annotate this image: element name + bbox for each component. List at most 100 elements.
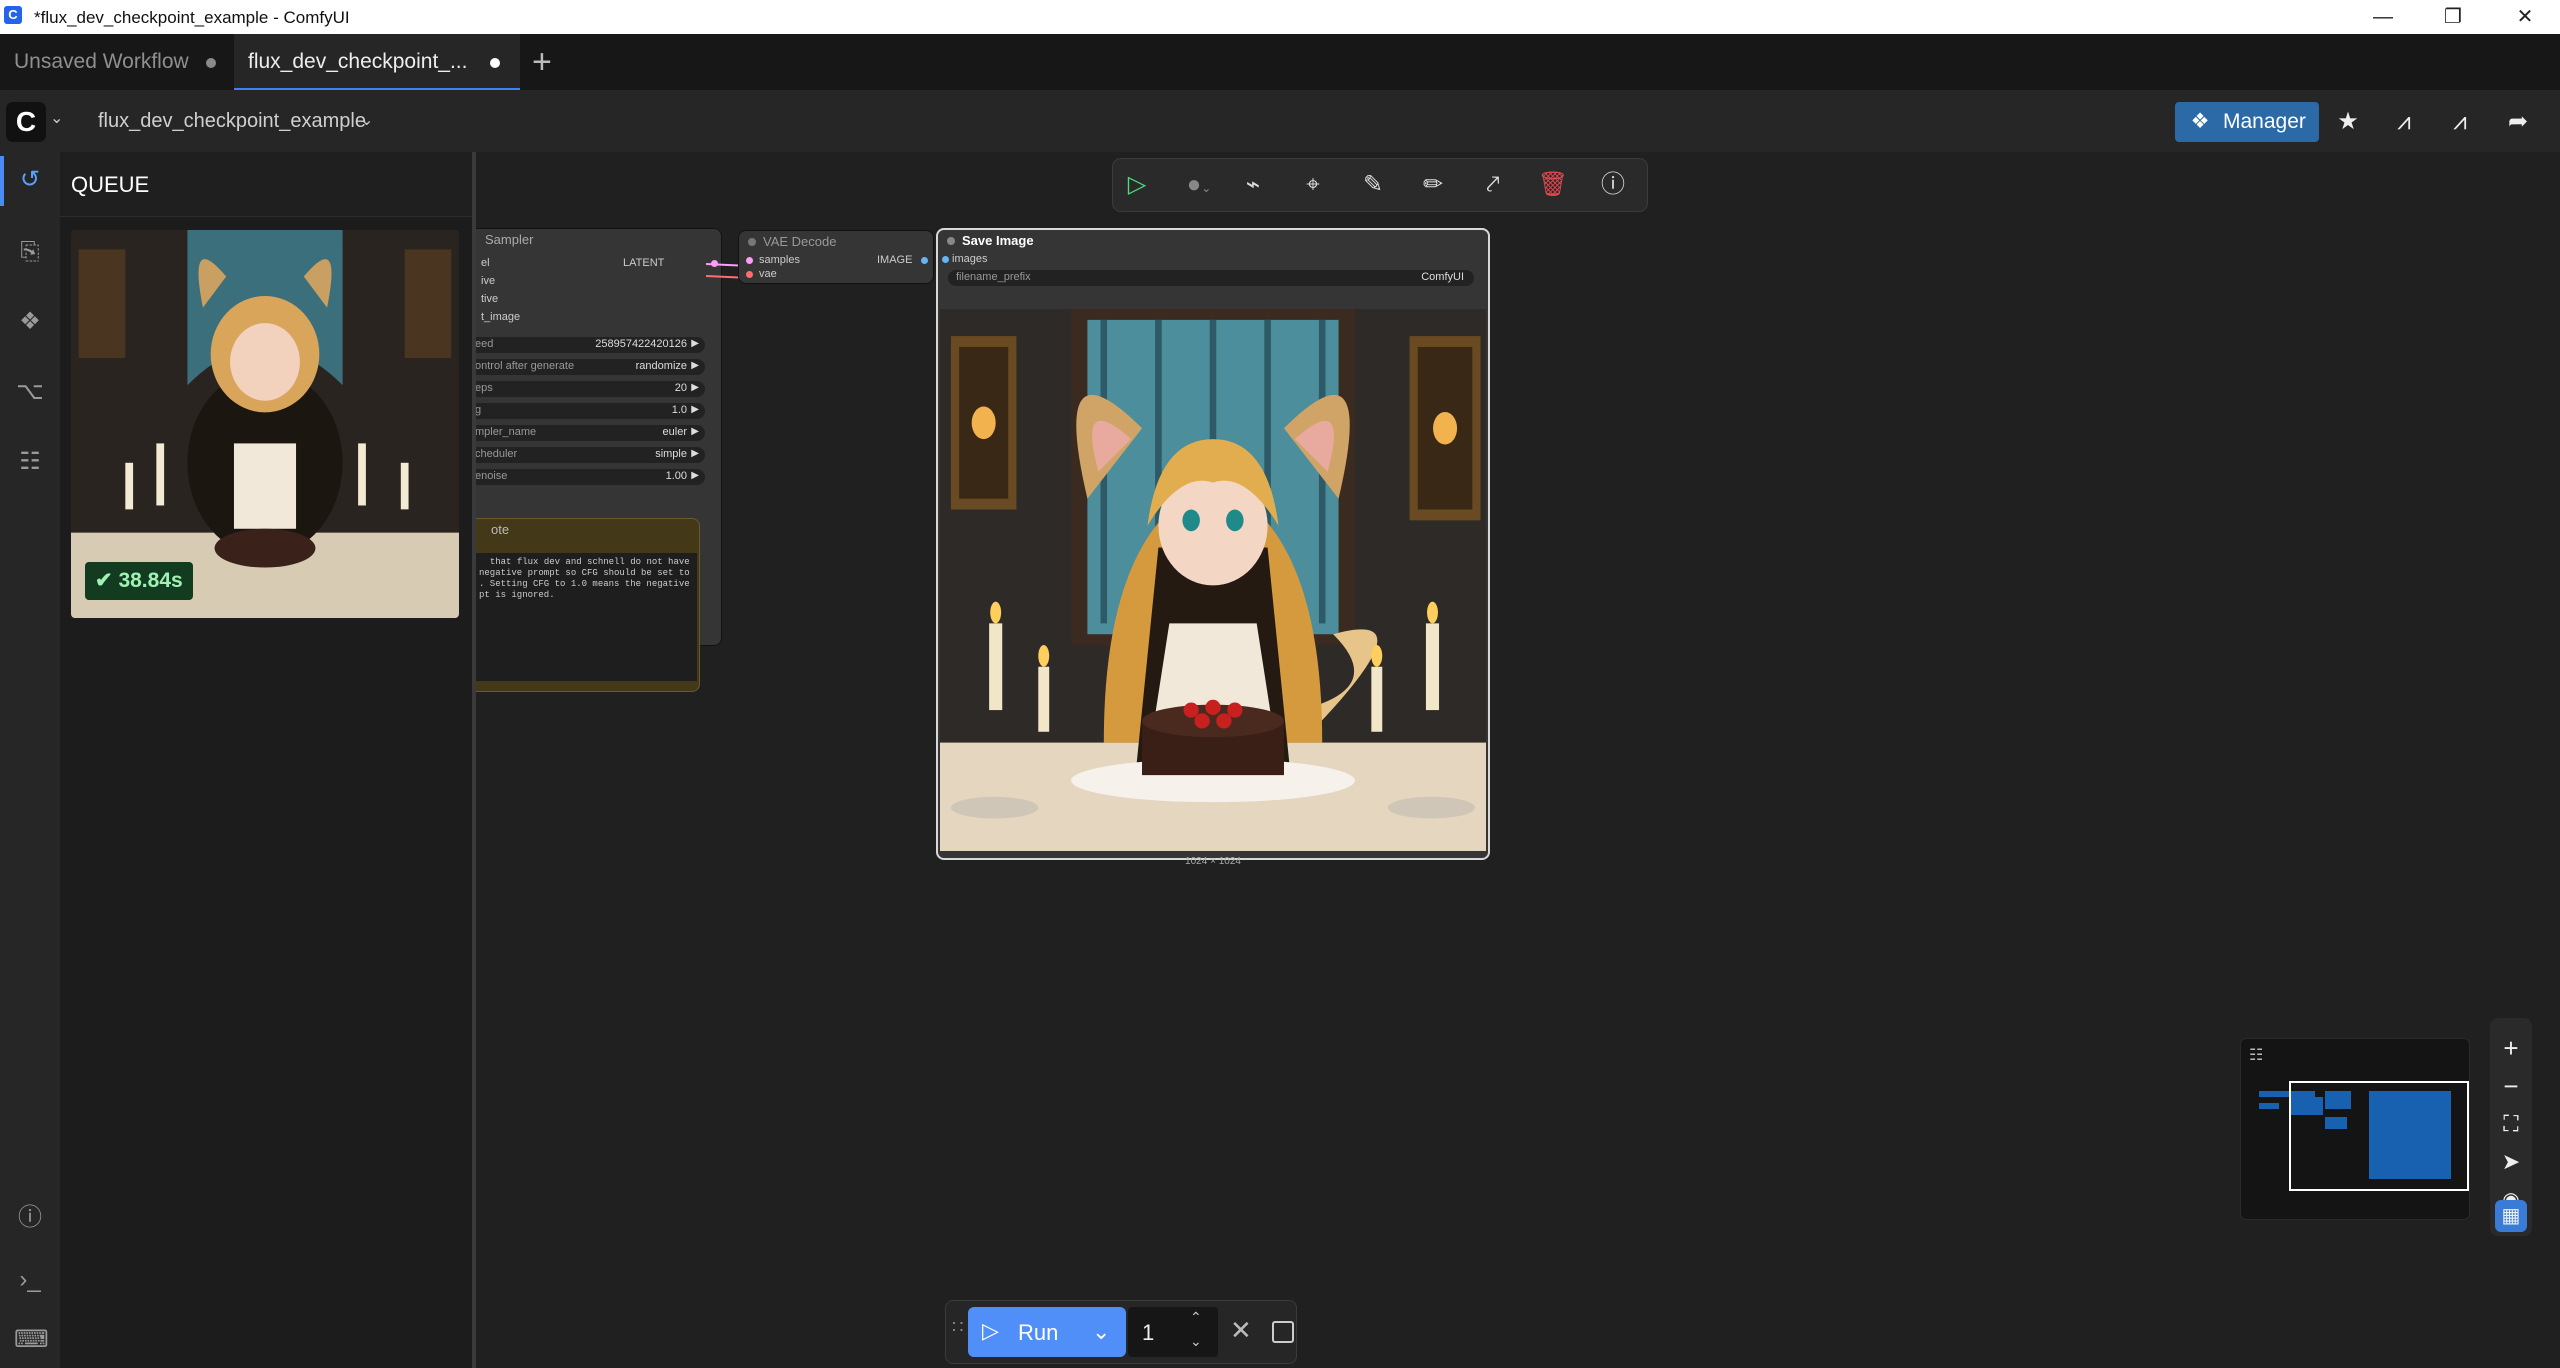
app-icon: C [4, 6, 22, 24]
model-library-icon[interactable]: ❖ [14, 306, 46, 338]
input-slot-label: vae [759, 268, 777, 280]
note-textarea[interactable]: that flux dev and schnell do not have ne… [476, 553, 697, 681]
batch-count-value[interactable]: 1 [1142, 1320, 1154, 1346]
image-size-label: 1024 × 1024 [1185, 856, 1241, 867]
generated-image-preview [71, 230, 459, 618]
vae-input-dot[interactable] [746, 271, 753, 278]
collapse-icon[interactable]: ⤤ [1477, 169, 1509, 201]
run-button[interactable]: ▷ Run ⌄ [968, 1307, 1126, 1357]
star-icon[interactable]: ★ [2332, 106, 2364, 138]
queue-title: QUEUE [71, 172, 150, 197]
minimap[interactable]: ☷ [2240, 1038, 2470, 1220]
steps-widget[interactable]: eps 20 ▶ [476, 381, 705, 397]
batch-count-stepper[interactable]: 1 ⌃ ⌄ [1128, 1307, 1218, 1357]
zoom-in-icon[interactable]: + [2495, 1032, 2527, 1064]
save-image-preview[interactable] [940, 309, 1486, 851]
duration-badge: ✔ 38.84s [85, 562, 193, 600]
node-library-icon[interactable]: ⎘ [14, 236, 46, 268]
duration-text: 38.84s [118, 569, 183, 592]
restore-icon[interactable]: ❐ [2418, 0, 2488, 34]
output-slot-label: LATENT [623, 257, 665, 269]
chevron-down-icon[interactable]: ⌄ [50, 108, 63, 128]
chevron-up-icon[interactable]: ⌃ [1190, 1309, 1202, 1326]
tab-label: Unsaved Workflow [14, 50, 189, 73]
chevron-down-icon[interactable]: ⌄ [360, 110, 373, 130]
sliders-icon[interactable]: ☷ [2249, 1045, 2263, 1065]
bypass-icon[interactable]: ⌁ [1237, 169, 1269, 201]
queue-header: QUEUE [60, 152, 474, 217]
node-title: ote [491, 522, 510, 537]
window-title: *flux_dev_checkpoint_example - ComfyUI [34, 8, 350, 27]
workflows-icon[interactable]: ⌥ [14, 376, 46, 408]
menu-bar: C ⌄ flux_dev_checkpoint_example ⌄ ❖ Manag… [0, 90, 2560, 152]
workflow-name-breadcrumb[interactable]: flux_dev_checkpoint_example [98, 110, 366, 133]
zoom-out-icon[interactable]: − [2495, 1070, 2527, 1102]
images-input-dot[interactable] [942, 256, 949, 263]
generated-image [940, 309, 1486, 851]
chevron-down-icon[interactable]: ⌄ [1092, 1319, 1110, 1345]
stop-icon[interactable] [1272, 1321, 1294, 1343]
node-title: VAE Decode [739, 231, 933, 253]
delete-icon[interactable]: 🗑 [1537, 169, 1569, 201]
queue-result-thumbnail[interactable] [71, 230, 459, 618]
graph-canvas[interactable]: ▷ ●⌄ ⌁ ⌖ ✎ ✏ ⤤ 🗑 ⓘ Sampler el ive tive t… [476, 152, 2560, 1368]
icon-sidebar: ↺ ⎘ ❖ ⌥ ☷ ⓘ ›_ ⌨ [0, 152, 60, 1368]
sampler-name-widget[interactable]: mpler_name euler ▶ [476, 425, 705, 441]
denoise-widget[interactable]: enoise 1.00 ▶ [476, 469, 705, 485]
close-icon[interactable]: ✕ [2490, 0, 2560, 34]
input-slot-label: t_image [481, 311, 521, 323]
tab-flux-dev-checkpoint[interactable]: flux_dev_checkpoint_... [234, 34, 520, 90]
minimize-icon[interactable]: — [2348, 0, 2418, 34]
vae-decode-node[interactable]: VAE Decode samples vae IMAGE [738, 230, 934, 284]
pin-icon[interactable]: ⌖ [1297, 169, 1329, 201]
keyboard-icon[interactable]: ⌨ [14, 1324, 49, 1356]
modified-dot-icon [206, 58, 216, 68]
drag-handle-icon[interactable]: ∷ [952, 1317, 963, 1338]
filename-prefix-widget[interactable]: filename_prefix ComfyUI [948, 270, 1474, 286]
minimap-viewport[interactable] [2289, 1081, 2469, 1191]
help-icon[interactable]: ⓘ [14, 1202, 46, 1234]
select-mode-icon[interactable]: ➤ [2495, 1146, 2527, 1178]
manager-label: Manager [2223, 110, 2306, 133]
cancel-icon[interactable]: ✕ [1230, 1315, 1252, 1346]
output-slot-label: IMAGE [877, 254, 913, 266]
node-title: Sampler [485, 232, 534, 247]
models-icon[interactable]: ⩘ [2444, 106, 2476, 138]
color-icon[interactable]: ●⌄ [1177, 169, 1221, 201]
templates-icon[interactable]: ☷ [14, 446, 46, 478]
node-library-icon[interactable]: ⩘ [2388, 106, 2420, 138]
note-node[interactable]: ote that flux dev and schnell do not hav… [476, 518, 700, 692]
edit-icon[interactable]: ✎ [1357, 169, 1389, 201]
save-image-node[interactable]: Save Image images filename_prefix ComfyUI [936, 228, 1490, 867]
check-icon: ✔ [95, 569, 113, 592]
run-toolbar: ∷ ▷ Run ⌄ 1 ⌃ ⌄ ✕ [945, 1300, 1297, 1364]
samples-input-dot[interactable] [746, 257, 753, 264]
queue-history-icon[interactable]: ↺ [14, 164, 46, 196]
seed-widget[interactable]: eed 258957422420126 ▶ [476, 337, 705, 353]
queue-run-icon[interactable]: ▷ [1121, 169, 1153, 201]
terminal-icon[interactable]: ›_ [14, 1264, 46, 1296]
share-icon[interactable]: ➦ [2502, 106, 2534, 138]
manager-button[interactable]: ❖ Manager [2175, 102, 2319, 142]
help-icon[interactable]: ⓘ [1597, 169, 1629, 201]
input-slot-label: images [952, 253, 988, 265]
node-title: Save Image [938, 230, 1488, 252]
new-tab-button[interactable]: + [532, 44, 552, 80]
minimap-icon[interactable]: ▦ [2495, 1200, 2527, 1232]
run-label: Run [1018, 1320, 1059, 1345]
canvas-zoom-controls: + − ⛶ ➤ ◉ ▦ [2490, 1018, 2532, 1236]
pencil-icon[interactable]: ✏ [1417, 169, 1449, 201]
control-after-generate-widget[interactable]: ontrol after generate randomize ▶ [476, 359, 705, 375]
fit-view-icon[interactable]: ⛶ [2495, 1108, 2527, 1140]
comfy-logo-menu[interactable]: C [6, 102, 46, 142]
tab-unsaved-workflow[interactable]: Unsaved Workflow [0, 34, 230, 90]
window-title-bar: C *flux_dev_checkpoint_example - ComfyUI… [0, 0, 2560, 34]
chevron-down-icon[interactable]: ⌄ [1190, 1333, 1202, 1350]
image-output-dot[interactable] [921, 257, 928, 264]
input-slot-label: ive [481, 275, 496, 287]
cfg-widget[interactable]: g 1.0 ▶ [476, 403, 705, 419]
scheduler-widget[interactable]: cheduler simple ▶ [476, 447, 705, 463]
input-slot-label: el [481, 257, 490, 269]
selection-toolbar: ▷ ●⌄ ⌁ ⌖ ✎ ✏ ⤤ 🗑 ⓘ [1112, 158, 1648, 212]
minimap-node [2259, 1103, 2279, 1109]
